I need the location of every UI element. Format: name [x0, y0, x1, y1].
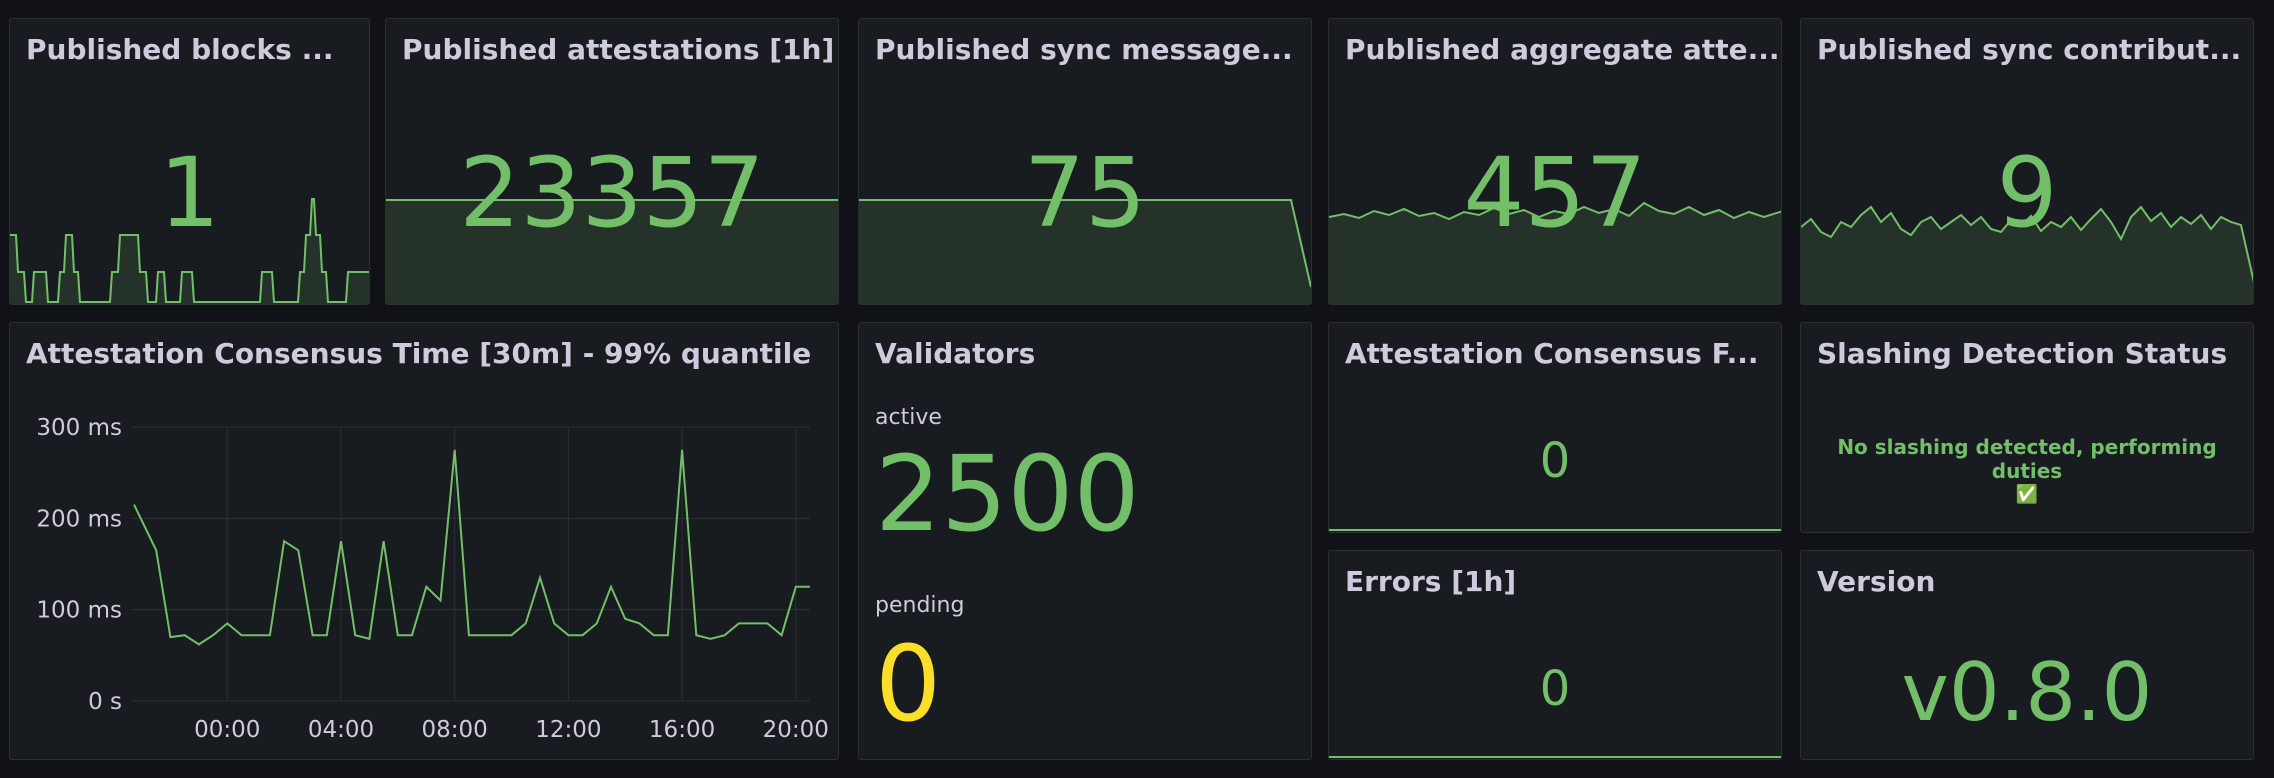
- panel-consensus-time[interactable]: Attestation Consensus Time [30m] - 99% q…: [9, 322, 839, 760]
- stat-value: 0: [1539, 433, 1571, 489]
- panel-published-blocks[interactable]: Published blocks ... 1: [9, 18, 370, 305]
- panel-title: Validators: [875, 337, 1036, 370]
- panel-title: Attestation Consensus F...: [1345, 337, 1759, 370]
- panel-errors[interactable]: Errors [1h] 0: [1328, 550, 1782, 760]
- series-line: [133, 449, 810, 646]
- stat-value: 1: [158, 137, 221, 249]
- x-tick-label: 16:00: [649, 717, 715, 743]
- y-tick-label: 100 ms: [36, 598, 122, 624]
- check-icon: ✅: [2015, 484, 2039, 505]
- panel-published-aggregate[interactable]: Published aggregate atte... 457: [1328, 18, 1782, 305]
- panel-title: Slashing Detection Status: [1817, 337, 2228, 370]
- pending-value: 0: [875, 623, 942, 745]
- stat-value: 457: [1463, 137, 1647, 249]
- x-tick-label: 20:00: [763, 717, 829, 743]
- stat-value: 9: [1996, 137, 2058, 249]
- x-tick-label: 04:00: [308, 717, 374, 743]
- stat-value: 0: [1539, 661, 1571, 717]
- panel-title: Version: [1817, 565, 1936, 598]
- y-tick-label: 0 s: [88, 689, 122, 715]
- stat-value: 23357: [459, 137, 765, 249]
- active-value: 2500: [875, 433, 1140, 555]
- panel-version[interactable]: Version v0.8.0: [1800, 550, 2254, 760]
- x-tick-label: 00:00: [194, 717, 260, 743]
- sparkline-baseline: [1329, 756, 1781, 758]
- x-tick-label: 08:00: [422, 717, 488, 743]
- panel-title: Errors [1h]: [1345, 565, 1517, 598]
- y-tick-label: 300 ms: [36, 415, 122, 441]
- pending-label: pending: [875, 593, 965, 618]
- consensus-time-chart: 300 ms 200 ms 100 ms 0 s 00:00 04:00 08:00 12:…: [36, 415, 829, 743]
- panel-validators[interactable]: Validators active 2500 pending 0: [858, 322, 1312, 760]
- sparkline-baseline: [1329, 529, 1781, 531]
- version-value: v0.8.0: [1901, 646, 2153, 739]
- panel-slashing-status[interactable]: Slashing Detection Status No slashing de…: [1800, 322, 2254, 533]
- slashing-message: No slashing detected, performing duties …: [1801, 435, 2253, 507]
- panel-published-sync-contributions[interactable]: Published sync contribut... 9: [1800, 18, 2254, 305]
- stat-value: 75: [1023, 137, 1147, 249]
- x-tick-label: 12:00: [535, 717, 601, 743]
- panel-published-sync-messages[interactable]: Published sync message... 75: [858, 18, 1312, 305]
- slashing-message-text: No slashing detected, performing duties: [1837, 435, 2217, 483]
- y-tick-label: 200 ms: [36, 506, 122, 532]
- active-label: active: [875, 405, 942, 430]
- panel-published-attestations[interactable]: Published attestations [1h] 23357: [385, 18, 839, 305]
- panel-consensus-failures[interactable]: Attestation Consensus F... 0: [1328, 322, 1782, 533]
